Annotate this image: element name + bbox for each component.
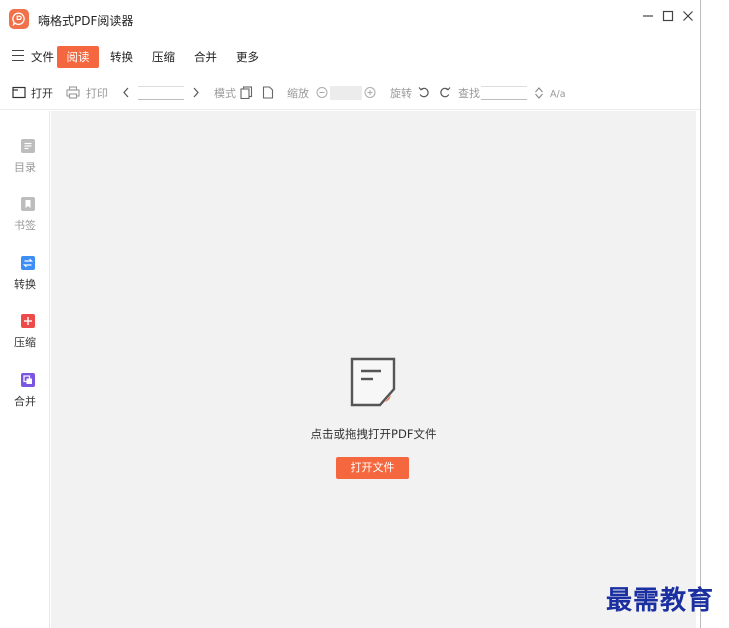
sidebar-item-label: 书签 — [14, 219, 36, 232]
title-bar: 嗨格式PDF阅读器 — [0, 0, 700, 38]
bookmark-icon — [21, 197, 35, 211]
single-page-icon[interactable] — [262, 86, 274, 99]
menu-more[interactable]: 更多 — [236, 46, 259, 68]
print-icon[interactable] — [66, 86, 80, 99]
convert-icon — [21, 256, 35, 270]
folder-open-icon[interactable] — [12, 86, 26, 99]
find-label: 查找 — [458, 87, 480, 100]
open-button[interactable]: 打开 — [31, 87, 53, 100]
menu-read[interactable]: 阅读 — [57, 46, 99, 68]
rotate-label: 旋转 — [390, 87, 412, 100]
document-icon — [350, 357, 396, 407]
toc-icon — [21, 139, 35, 153]
match-case-toggle[interactable]: A/a — [550, 88, 566, 101]
sidebar-item-bookmark[interactable]: 书签 — [0, 197, 50, 245]
menu-file[interactable]: 文件 — [31, 46, 54, 68]
next-page-icon[interactable] — [191, 86, 201, 99]
sidebar-item-label: 合并 — [14, 395, 36, 408]
hamburger-menu-icon[interactable] — [12, 50, 24, 61]
sidebar-item-label: 转换 — [14, 278, 36, 291]
drop-hint: 点击或拖拽打开PDF文件 — [310, 427, 437, 441]
sidebar-item-label: 目录 — [14, 161, 36, 174]
zoom-out-icon[interactable] — [316, 86, 328, 99]
merge-icon — [21, 373, 35, 387]
page-number-input[interactable] — [138, 86, 184, 100]
app-title: 嗨格式PDF阅读器 — [38, 14, 134, 28]
open-file-button[interactable]: 打开文件 — [336, 457, 409, 479]
maximize-icon[interactable] — [660, 8, 676, 24]
compress-icon — [21, 314, 35, 328]
zoom-in-icon[interactable] — [364, 86, 376, 99]
prev-page-icon[interactable] — [121, 86, 131, 99]
zoom-level-input[interactable] — [330, 86, 362, 100]
sidebar-item-toc[interactable]: 目录 — [0, 139, 50, 187]
rotate-right-icon[interactable] — [439, 86, 451, 99]
sidebar-item-label: 压缩 — [14, 336, 36, 349]
mode-label: 模式 — [214, 87, 236, 100]
menu-bar: 文件 阅读 转换 压缩 合并 更多 — [0, 38, 700, 74]
app-window: 嗨格式PDF阅读器 文件 阅读 转换 压缩 合并 更多 打开 打印 模式 缩放 … — [0, 0, 701, 628]
menu-merge[interactable]: 合并 — [194, 46, 217, 68]
find-input[interactable] — [481, 86, 527, 100]
menu-compress[interactable]: 压缩 — [152, 46, 175, 68]
toolbar: 打开 打印 模式 缩放 旋转 查找 A/a — [0, 76, 700, 110]
sidebar-item-convert[interactable]: 转换 — [0, 256, 50, 304]
rotate-left-icon[interactable] — [418, 86, 430, 99]
double-page-icon[interactable] — [240, 86, 253, 99]
menu-convert[interactable]: 转换 — [110, 46, 133, 68]
zoom-label: 缩放 — [287, 87, 309, 100]
watermark: 最需教育 — [606, 586, 715, 616]
drop-zone[interactable]: 点击或拖拽打开PDF文件 打开文件 — [51, 111, 696, 628]
sidebar-item-merge[interactable]: 合并 — [0, 373, 50, 421]
app-logo-icon — [9, 9, 29, 29]
minimize-icon[interactable] — [640, 8, 656, 24]
print-button[interactable]: 打印 — [86, 87, 108, 100]
find-prev-next-icon[interactable] — [533, 86, 545, 100]
sidebar-item-compress[interactable]: 压缩 — [0, 314, 50, 362]
close-icon[interactable] — [680, 8, 696, 24]
sidebar: 目录 书签 转换 压缩 合并 — [0, 111, 50, 628]
